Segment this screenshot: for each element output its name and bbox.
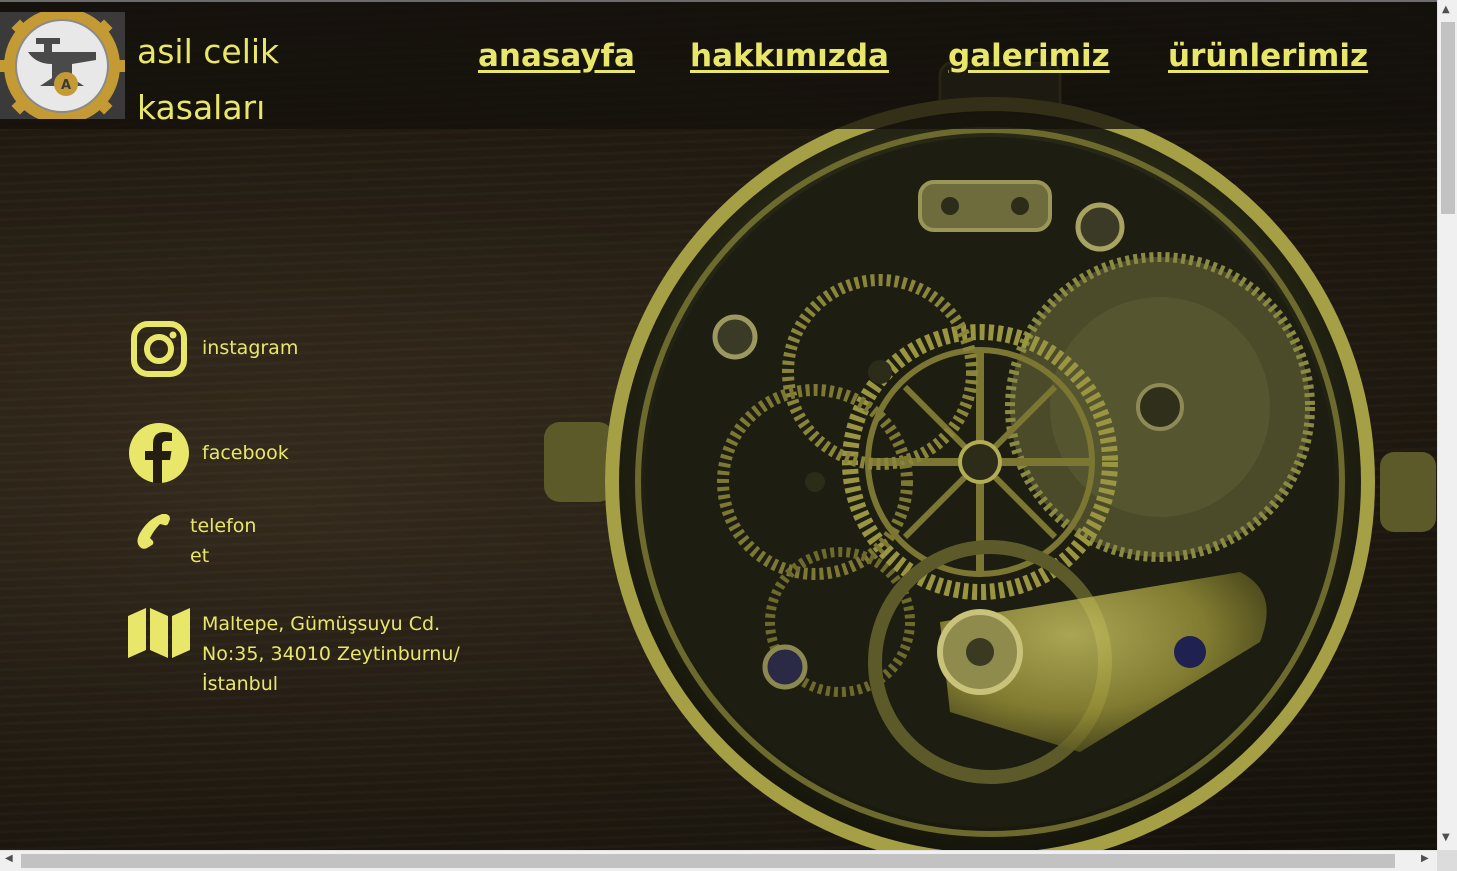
main-nav: anasayfa hakkımızda galerimiz ürünlerimi… [0, 38, 1437, 88]
facebook-label: facebook [202, 442, 289, 464]
instagram-label: instagram [202, 337, 299, 359]
facebook-icon [129, 423, 189, 483]
phone-label: telefon et [190, 511, 270, 571]
nav-link-gallery[interactable]: galerimiz [948, 38, 1110, 74]
horizontal-scroll-thumb[interactable] [21, 854, 1395, 868]
nav-link-about[interactable]: hakkımızda [690, 38, 889, 74]
phone-label-line-1: telefon [190, 515, 257, 537]
phone-label-line-2: et [190, 545, 210, 567]
instagram-icon [131, 321, 187, 377]
phone-icon [137, 514, 170, 549]
address-line-2: No:35, 34010 Zeytinburnu/ [202, 643, 460, 665]
nav-link-home[interactable]: anasayfa [478, 38, 635, 74]
vertical-scrollbar[interactable]: ▲ ▼ [1437, 0, 1457, 850]
scrollbar-corner [1437, 850, 1457, 871]
nav-link-products[interactable]: ürünlerimiz [1168, 38, 1368, 74]
page-viewport: A asil celik kasaları anasayfa hakkımızd… [0, 0, 1437, 850]
scroll-right-arrow-icon[interactable]: ▶ [1421, 853, 1429, 864]
scroll-left-arrow-icon[interactable]: ◀ [5, 853, 13, 864]
instagram-link[interactable]: instagram [130, 320, 390, 380]
address-line-1: Maltepe, Gümüşsuyu Cd. [202, 613, 441, 635]
vertical-scroll-thumb[interactable] [1441, 22, 1455, 214]
scroll-up-arrow-icon[interactable]: ▲ [1442, 4, 1450, 15]
site-header: A asil celik kasaları anasayfa hakkımızd… [0, 2, 1437, 129]
scroll-down-arrow-icon[interactable]: ▼ [1442, 832, 1450, 843]
facebook-link[interactable]: facebook [128, 422, 388, 484]
pocket-watch-image [544, 62, 1436, 850]
horizontal-scrollbar[interactable]: ◀ ▶ [0, 850, 1437, 871]
address-block: Maltepe, Gümüşsuyu Cd. No:35, 34010 Zeyt… [128, 608, 468, 703]
address-text: Maltepe, Gümüşsuyu Cd. No:35, 34010 Zeyt… [202, 609, 462, 699]
phone-link[interactable]: telefon et [132, 510, 332, 574]
map-icon [128, 608, 190, 658]
brand-line-2: kasaları [137, 88, 266, 127]
address-line-3: İstanbul [202, 673, 279, 695]
